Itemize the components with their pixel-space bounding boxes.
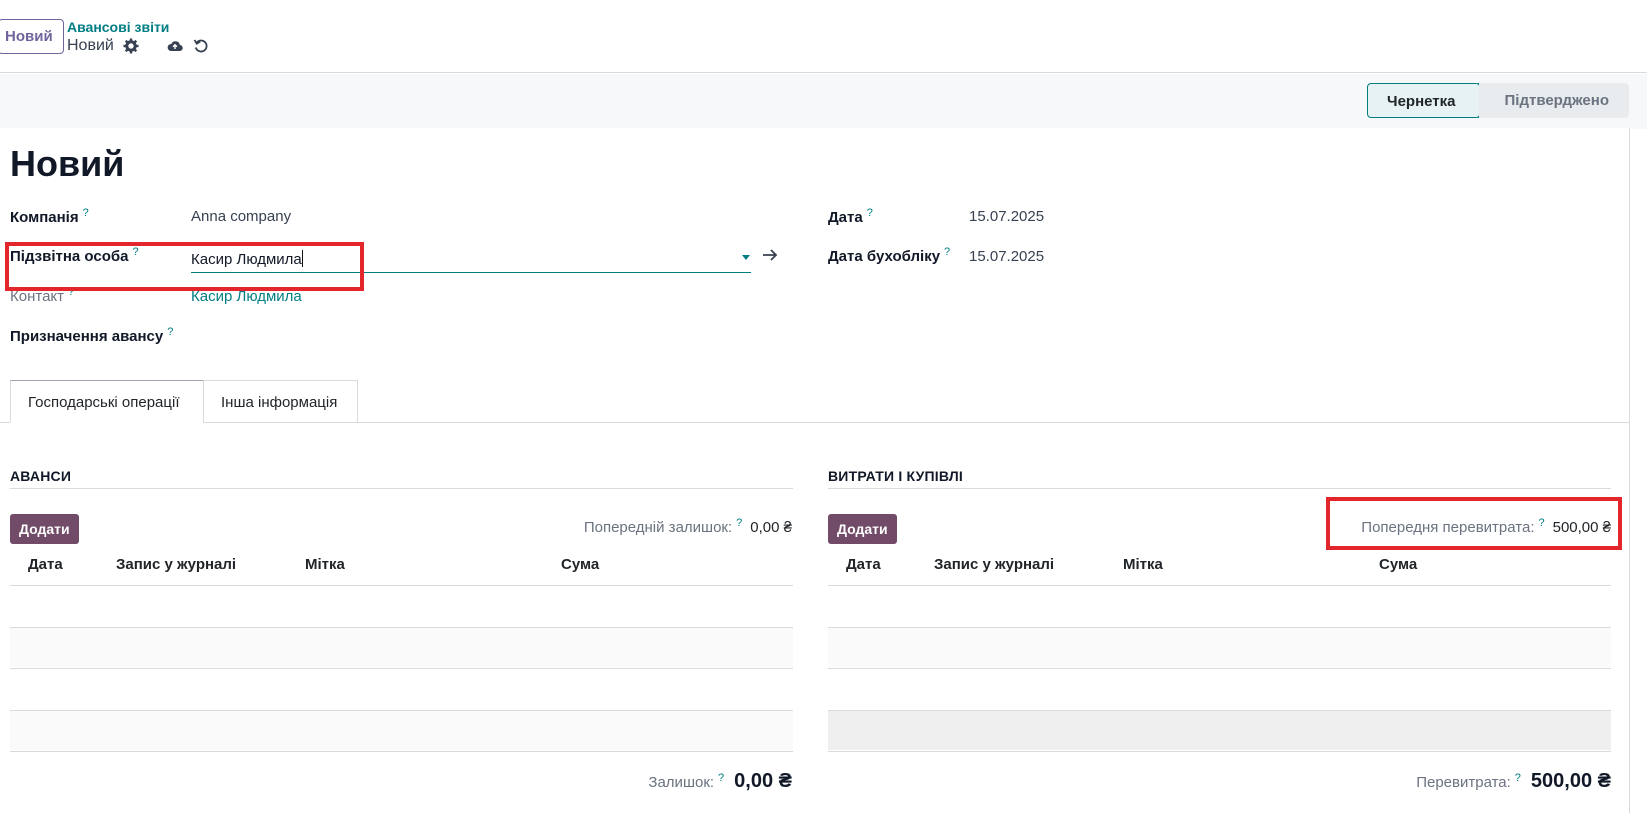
cloud-upload-icon[interactable]	[166, 37, 184, 55]
previous-balance-label: Попередній залишок:	[583, 519, 733, 536]
advances-section-title: АВАНСИ	[10, 468, 72, 484]
help-icon[interactable]: ?	[83, 207, 89, 219]
table-row	[10, 627, 793, 667]
arrow-right-icon[interactable]	[762, 248, 778, 266]
help-icon[interactable]: ?	[1515, 772, 1521, 784]
tab-business-operations[interactable]: Господарські операції	[10, 380, 204, 423]
table-row-divider	[828, 627, 1611, 628]
table-row-divider	[10, 585, 793, 586]
section-divider	[828, 488, 1611, 489]
help-icon[interactable]: ?	[167, 326, 173, 338]
column-header[interactable]: Сума	[561, 556, 599, 573]
column-header[interactable]: Мітка	[305, 556, 345, 573]
column-header[interactable]: Дата	[28, 556, 63, 573]
purpose-label-text: Призначення авансу	[10, 328, 164, 345]
column-header[interactable]: Мітка	[1123, 556, 1163, 573]
section-divider	[10, 488, 793, 489]
table-row-divider	[10, 668, 793, 669]
help-icon[interactable]: ?	[736, 517, 742, 529]
company-label: Компанія?	[10, 207, 89, 226]
balance-total-value: 0,00 ₴	[734, 770, 792, 792]
acc-date-label-text: Дата бухобліку	[828, 248, 941, 265]
previous-balance-value: 0,00 ₴	[750, 519, 792, 536]
table-row	[828, 710, 1611, 750]
balance-total-label: Залишок:	[648, 774, 715, 791]
tab-other-info[interactable]: Інша інформація	[203, 380, 358, 423]
record-name: Новий	[67, 37, 114, 54]
gear-icon[interactable]	[122, 37, 140, 55]
help-icon[interactable]: ?	[944, 246, 950, 258]
new-button[interactable]: Новий	[0, 19, 64, 54]
table-row-divider	[10, 751, 793, 752]
column-header[interactable]: Запис у журналі	[116, 556, 236, 573]
chevron-down-icon[interactable]	[742, 255, 750, 260]
table-row	[10, 710, 793, 750]
stage-draft[interactable]: Чернетка	[1367, 83, 1479, 118]
overspend-total: Перевитрата:? 500,00 ₴	[1416, 770, 1611, 793]
table-row-divider	[10, 627, 793, 628]
table-row-divider	[10, 710, 793, 711]
discard-undo-icon[interactable]	[192, 37, 210, 55]
record-breadcrumb: Новий	[67, 37, 210, 55]
table-row	[828, 627, 1611, 667]
date-label: Дата?	[828, 207, 873, 226]
company-label-text: Компанія	[10, 209, 79, 226]
expenses-section-title: ВИТРАТИ І КУПІВЛІ	[828, 468, 963, 484]
previous-balance: Попередній залишок:? 0,00 ₴	[584, 517, 792, 536]
breadcrumb-link[interactable]: Авансові звіти	[67, 19, 169, 35]
help-icon[interactable]: ?	[718, 772, 724, 784]
column-header[interactable]: Запис у журналі	[934, 556, 1054, 573]
balance-total: Залишок:? 0,00 ₴	[648, 770, 792, 793]
company-value: Anna company	[191, 208, 292, 225]
table-row-divider	[828, 668, 1611, 669]
advance-purpose-label: Призначення авансу?	[10, 326, 173, 345]
accounting-date-value[interactable]: 15.07.2025	[969, 248, 1044, 265]
table-row-divider	[828, 751, 1611, 752]
status-area: Чернетка Підтверджено	[0, 74, 1647, 129]
table-row-divider	[828, 710, 1611, 711]
table-row-divider	[828, 585, 1611, 586]
accounting-date-label: Дата бухобліку?	[828, 246, 950, 265]
column-header[interactable]: Дата	[846, 556, 881, 573]
highlight-box-overspend	[1326, 497, 1622, 550]
help-icon[interactable]: ?	[867, 207, 873, 219]
overspend-total-label: Перевитрата:	[1416, 774, 1511, 791]
stage-confirmed[interactable]: Підтверджено	[1478, 83, 1629, 118]
add-expense-button[interactable]: Додати	[828, 514, 897, 544]
overspend-total-value: 500,00 ₴	[1530, 770, 1611, 792]
statusbar: Чернетка Підтверджено	[1367, 83, 1629, 118]
column-header[interactable]: Сума	[1379, 556, 1417, 573]
date-value[interactable]: 15.07.2025	[969, 208, 1044, 225]
control-panel: Новий Авансові звіти Новий	[0, 0, 1647, 73]
add-advance-button[interactable]: Додати	[10, 514, 79, 544]
highlight-box-accountable	[5, 242, 364, 291]
page-title: Новий	[10, 143, 125, 184]
date-label-text: Дата	[828, 209, 863, 226]
